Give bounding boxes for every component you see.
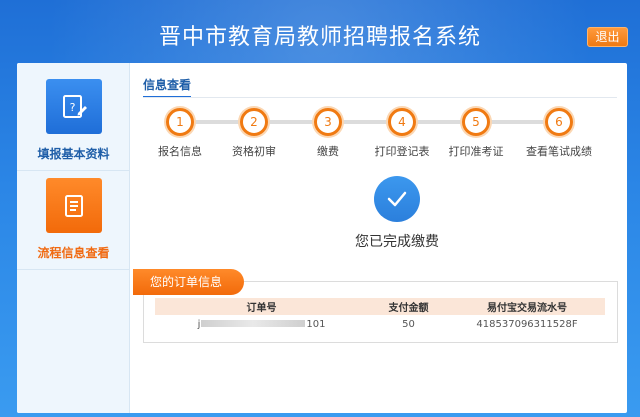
payment-status-text: 您已完成缴费 <box>355 234 439 250</box>
step-number: 6 <box>545 108 573 136</box>
amount-cell: 50 <box>402 318 415 330</box>
logout-button[interactable]: 退出 <box>587 27 628 47</box>
order-number-suffix: 101 <box>306 318 326 330</box>
order-info-tab: 您的订单信息 <box>133 269 244 295</box>
step-2: 2 资格初审 <box>214 108 294 159</box>
column-header: 支付金额 <box>368 298 449 315</box>
column-header: 订单号 <box>155 298 368 315</box>
sidebar-item-process-info[interactable]: 流程信息查看 <box>17 178 130 270</box>
step-label: 打印准考证 <box>448 145 504 158</box>
sidebar-item-fill-basic-info[interactable]: ? 填报基本资料 <box>17 79 130 171</box>
order-number-cell: j 101 <box>155 315 368 333</box>
step-number: 1 <box>166 108 194 136</box>
step-number: 2 <box>240 108 268 136</box>
checkmark-icon <box>374 176 420 222</box>
order-table: 订单号 支付金额 易付宝交易流水号 j 101 50 41853709631152… <box>155 298 605 333</box>
step-label: 资格初审 <box>232 145 276 158</box>
step-label: 缴费 <box>317 145 339 158</box>
step-number: 5 <box>462 108 490 136</box>
edit-form-icon: ? <box>46 79 102 134</box>
page-title: 晋中市教育局教师招聘报名系统 <box>158 25 481 50</box>
step-4: 4 打印登记表 <box>362 108 442 159</box>
order-number-prefix: j <box>197 318 201 330</box>
table-header-row: 订单号 支付金额 易付宝交易流水号 <box>155 298 605 315</box>
masked-order-number <box>201 320 306 327</box>
step-label: 打印登记表 <box>374 145 430 158</box>
serial-number-cell: 418537096311528F <box>476 318 578 330</box>
tab-info-view[interactable]: 信息查看 <box>143 76 192 98</box>
step-6: 6 查看笔试成绩 <box>519 108 599 159</box>
main-panel: ? 填报基本资料 流程信息查看 信息查看 1 报名信息 2 资格初审 3 缴费 … <box>17 63 627 413</box>
step-number: 3 <box>314 108 342 136</box>
table-row: j 101 50 418537096311528F <box>155 315 605 333</box>
sidebar: ? 填报基本资料 流程信息查看 <box>17 63 130 413</box>
svg-text:?: ? <box>70 101 76 114</box>
sidebar-item-label: 填报基本资料 <box>37 147 110 161</box>
step-3: 3 缴费 <box>288 108 368 159</box>
tab-divider <box>143 97 617 98</box>
step-5: 5 打印准考证 <box>436 108 516 159</box>
step-1: 1 报名信息 <box>140 108 220 159</box>
step-label: 报名信息 <box>158 145 202 158</box>
content-area: 信息查看 1 报名信息 2 资格初审 3 缴费 4 打印登记表 5 打印准考证 … <box>130 63 627 413</box>
step-number: 4 <box>388 108 416 136</box>
step-label: 查看笔试成绩 <box>526 145 592 158</box>
column-header: 易付宝交易流水号 <box>449 298 605 315</box>
sidebar-item-label: 流程信息查看 <box>37 246 110 260</box>
document-list-icon <box>46 178 102 233</box>
